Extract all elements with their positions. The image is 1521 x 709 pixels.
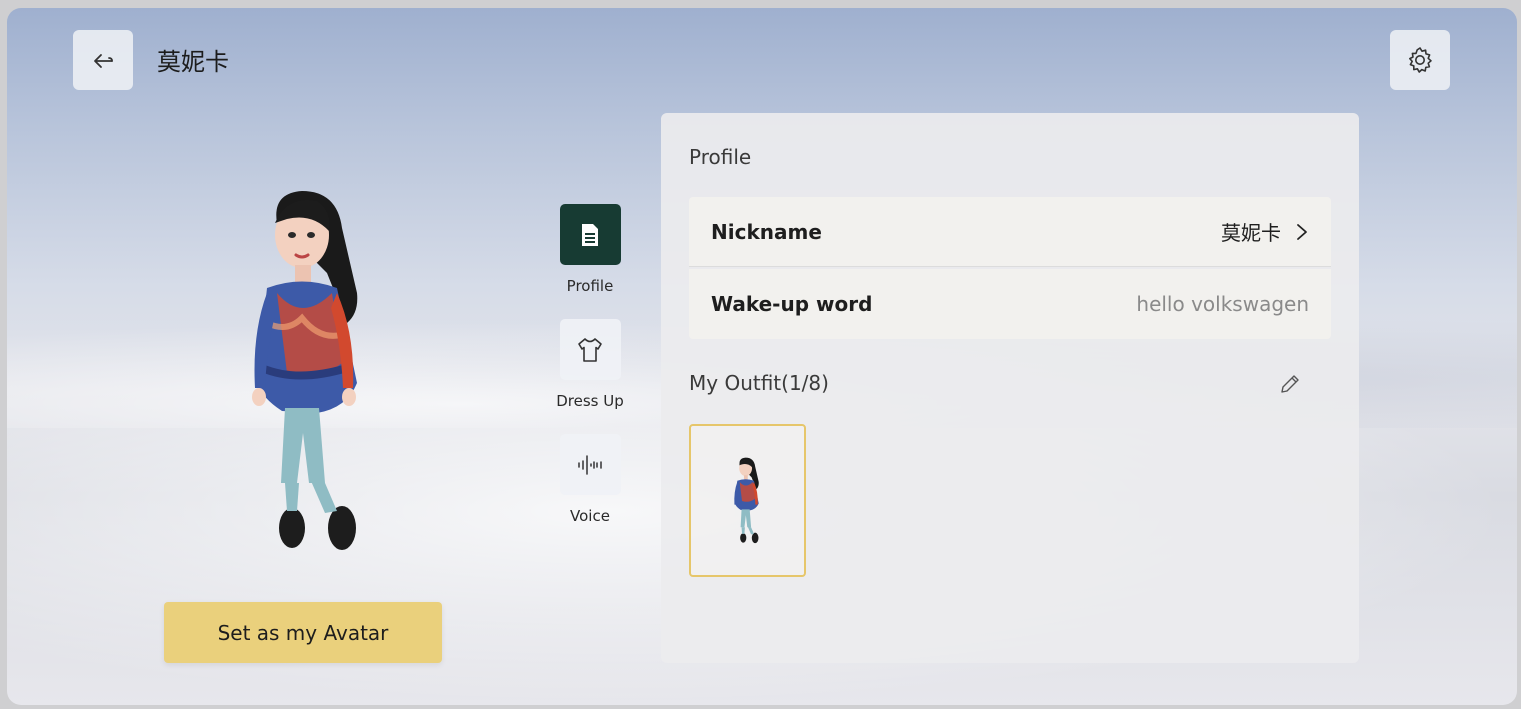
tab-voice-label: Voice	[570, 507, 610, 525]
tab-profile-label: Profile	[566, 277, 614, 295]
avatar-figure	[207, 183, 417, 563]
profile-panel: Profile Nickname 莫妮卡 Wake-up word hello …	[661, 113, 1359, 663]
nickname-value: 莫妮卡	[1221, 221, 1281, 245]
avatar-illustration	[252, 191, 358, 550]
document-icon	[582, 223, 598, 246]
tab-dress-up-label: Dress Up	[556, 392, 624, 410]
outfit-avatar-image	[733, 457, 759, 543]
chevron-right-icon	[1297, 223, 1307, 240]
page-title: 莫妮卡	[157, 48, 229, 76]
tab-dress-up-box[interactable]	[559, 319, 621, 380]
nickname-row[interactable]: Nickname 莫妮卡	[689, 197, 1331, 267]
wake-word-row: Wake-up word hello volkswagen	[689, 269, 1331, 339]
tab-dress-up[interactable]: Dress Up	[555, 319, 625, 410]
nickname-value-group: 莫妮卡	[1221, 217, 1309, 246]
gear-icon	[1409, 47, 1432, 73]
pencil-icon	[1281, 375, 1299, 393]
outfit-thumbnail[interactable]	[689, 424, 806, 577]
nickname-label: Nickname	[711, 219, 822, 244]
wake-word-label: Wake-up word	[711, 292, 873, 316]
tab-profile[interactable]: Profile	[555, 204, 625, 295]
settings-button[interactable]	[1390, 30, 1450, 90]
app-window: 莫妮卡 Set as my Avatar Profile Dress Up Vo…	[7, 8, 1517, 705]
tab-voice[interactable]: Voice	[555, 434, 625, 525]
back-arrow-icon	[94, 54, 113, 68]
wake-word-value: hello volkswagen	[1136, 292, 1309, 316]
waveform-icon	[578, 454, 602, 475]
edit-outfit-button[interactable]	[1275, 369, 1305, 399]
tab-voice-box[interactable]	[559, 434, 621, 495]
back-button[interactable]	[73, 30, 133, 90]
set-avatar-button[interactable]: Set as my Avatar	[164, 602, 442, 663]
shirt-icon	[578, 337, 602, 362]
outfit-title: My Outfit(1/8)	[689, 371, 829, 395]
profile-section-title: Profile	[689, 145, 752, 169]
tab-profile-box[interactable]	[559, 204, 621, 265]
